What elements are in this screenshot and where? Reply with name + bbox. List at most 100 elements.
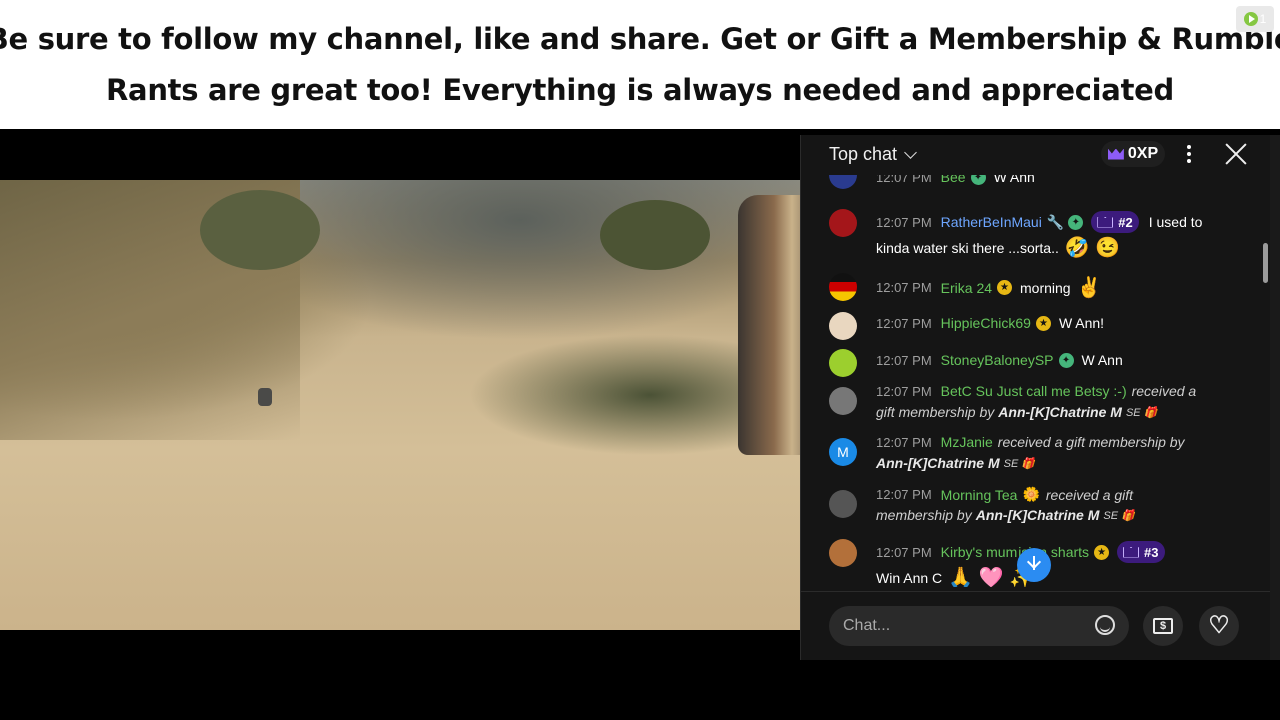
video-scene-bush xyxy=(600,200,710,270)
video-scene-rock xyxy=(258,388,272,406)
avatar xyxy=(829,490,857,518)
scroll-to-bottom-button[interactable] xyxy=(1017,548,1051,582)
verified-icon: ✦ xyxy=(1068,214,1084,230)
message-time: 12:07 PM xyxy=(876,352,932,368)
gift-icon: SE 🎁 xyxy=(1003,457,1036,470)
chevron-down-icon xyxy=(904,146,917,159)
chat-input[interactable]: Chat... xyxy=(829,606,1129,646)
star-badge-icon: ★ xyxy=(997,280,1013,295)
crown-icon xyxy=(1123,546,1140,558)
star-badge-icon: ★ xyxy=(1094,544,1110,560)
avatar xyxy=(829,312,857,340)
message-text: received a gift membership by xyxy=(997,434,1185,450)
message-text-cont: gift membership by xyxy=(876,404,995,420)
gifter-name[interactable]: Ann-[K]Chatrine M xyxy=(976,507,1100,523)
message-text-cont: kinda water ski there ...sorta.. xyxy=(876,239,1059,256)
verified-icon: ✦ xyxy=(1058,352,1074,368)
message-text: morning xyxy=(1020,279,1071,296)
gifter-name[interactable]: Ann-[K]Chatrine M xyxy=(876,455,1000,471)
message-time: 12:07 PM xyxy=(876,487,932,502)
wrench-icon: 🔧 xyxy=(1046,213,1065,230)
avatar xyxy=(829,209,857,237)
star-badge-icon: ★ xyxy=(1035,315,1051,331)
message-text: received a gift xyxy=(1045,486,1134,503)
username[interactable]: Morning Tea xyxy=(941,487,1018,503)
xp-value: 0XP xyxy=(1127,145,1159,162)
top-chat-label: Top chat xyxy=(829,144,898,164)
message-text: W Ann! xyxy=(1058,315,1105,331)
username[interactable]: RatherBeInMaui xyxy=(941,214,1042,230)
message-time: 12:07 PM xyxy=(876,383,932,399)
chat-scrollbar[interactable] xyxy=(1261,135,1269,585)
avatar xyxy=(829,273,857,301)
crown-icon xyxy=(1097,216,1114,228)
rumble-badge[interactable]: 1 xyxy=(1236,6,1274,32)
username[interactable]: StoneyBaloneySP xyxy=(941,352,1054,368)
rank-badge: #3 xyxy=(1117,541,1165,563)
chat-message: M 12:07 PM MzJanie received a gift membe… xyxy=(801,434,1269,476)
scrollbar-thumb[interactable] xyxy=(1263,243,1268,283)
message-emoji: 🤣 😉 xyxy=(1064,237,1121,259)
avatar xyxy=(829,539,857,567)
chat-message: 12:07 PM Bee ✦ W Ann xyxy=(801,175,1269,191)
chat-message: 12:07 PM Erika 24 ★ morning ✌️ xyxy=(801,273,1269,301)
rumble-badge-count: 1 xyxy=(1259,12,1267,26)
chat-message: 12:07 PM HippieChick69 ★ W Ann! xyxy=(801,312,1269,340)
dollar-icon: $ xyxy=(1153,618,1173,634)
username[interactable]: Erika 24 xyxy=(941,280,992,296)
avatar xyxy=(829,175,857,189)
avatar: M xyxy=(829,438,857,466)
video-scene-van xyxy=(738,195,800,455)
username[interactable]: Kirby's mum xyxy=(941,544,1018,560)
message-text: received a xyxy=(1131,383,1197,399)
chat-message: 12:07 PM BetC Su Just call me Betsy :-) … xyxy=(801,383,1269,425)
gift-icon: SE 🎁 xyxy=(1125,406,1158,419)
emoji-picker-icon[interactable] xyxy=(1095,615,1115,635)
more-options-icon[interactable] xyxy=(1187,145,1191,163)
stream-banner: Be sure to follow my channel, like and s… xyxy=(0,0,1280,129)
crown-icon xyxy=(1107,148,1124,160)
username[interactable]: HippieChick69 xyxy=(941,315,1031,331)
avatar xyxy=(829,387,857,415)
message-time: 12:07 PM xyxy=(876,315,932,331)
username[interactable]: Bee xyxy=(941,175,966,185)
banner-line-1: Be sure to follow my channel, like and s… xyxy=(0,21,1280,56)
message-time: 12:07 PM xyxy=(876,214,932,230)
message-text: I used to xyxy=(1148,214,1203,230)
chat-message: 12:07 PM Morning Tea 🌼 received a gift m… xyxy=(801,486,1269,528)
chat-message: 12:07 PM RatherBeInMaui 🔧 ✦ #2 I used to… xyxy=(801,209,1269,259)
gifter-name[interactable]: Ann-[K]Chatrine M xyxy=(998,404,1122,420)
username[interactable]: MzJanie xyxy=(941,434,993,450)
rank-badge: #2 xyxy=(1091,211,1139,233)
close-icon[interactable] xyxy=(1225,143,1247,165)
message-time: 12:07 PM xyxy=(876,434,932,450)
rumble-play-icon xyxy=(1243,12,1258,26)
message-text: W Ann xyxy=(1081,352,1123,368)
heart-icon: ♡ xyxy=(1208,612,1230,639)
chat-message-list[interactable]: 12:07 PM Bee ✦ W Ann 12:07 PM RatherBeIn… xyxy=(801,175,1269,587)
message-text: W Ann xyxy=(993,175,1035,185)
flower-icon: 🌼 xyxy=(1022,486,1040,502)
message-text: Win Ann C xyxy=(876,569,943,586)
chat-footer: Chat... $ ♡ xyxy=(801,591,1279,660)
message-text-cont: membership by xyxy=(876,507,972,523)
support-button[interactable]: ♡ xyxy=(1199,606,1239,646)
message-time: 12:07 PM xyxy=(876,280,932,295)
rank-label: #2 xyxy=(1118,214,1133,230)
rank-label: #3 xyxy=(1144,544,1159,560)
top-chat-dropdown[interactable]: Top chat xyxy=(829,144,917,165)
chat-message: 12:07 PM StoneyBaloneySP ✦ W Ann xyxy=(801,349,1269,377)
verified-icon: ✦ xyxy=(970,175,986,185)
message-time: 12:07 PM xyxy=(876,544,932,560)
video-scene-bush xyxy=(200,190,320,270)
page-scrollbar[interactable] xyxy=(1270,135,1280,660)
banner-line-2: Rants are great too! Everything is alway… xyxy=(106,72,1174,107)
live-chat-panel: Top chat 0XP 12:07 PM Bee ✦ W Ann 12:07 … xyxy=(800,135,1279,660)
rant-button[interactable]: $ xyxy=(1143,606,1183,646)
video-player[interactable] xyxy=(0,180,800,630)
xp-badge[interactable]: 0XP xyxy=(1101,141,1165,167)
gift-icon: SE 🎁 xyxy=(1103,509,1135,522)
avatar xyxy=(829,349,857,377)
username[interactable]: BetC Su Just call me Betsy :-) xyxy=(941,383,1127,399)
chat-header: Top chat 0XP xyxy=(801,135,1279,173)
